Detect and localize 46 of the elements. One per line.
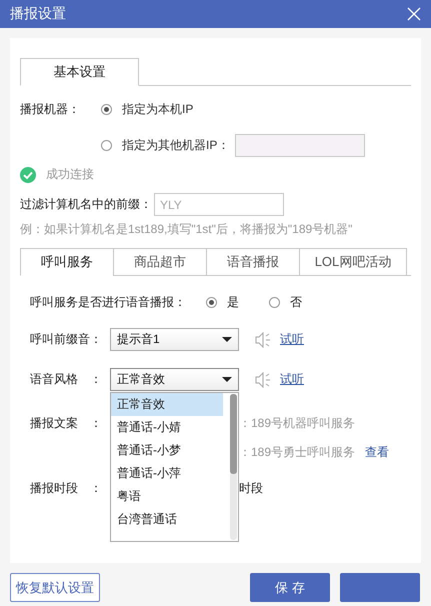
option-label: 指定为本机IP <box>122 101 194 118</box>
option-label: 指定为其他机器IP： <box>122 137 230 154</box>
option-label: 否 <box>290 294 302 311</box>
radio-button[interactable] <box>206 297 217 308</box>
dropdown-option[interactable]: 普通话-小萍 <box>111 462 223 485</box>
dropdown-select[interactable]: 正常音效 <box>110 368 239 391</box>
speaker-icon <box>255 372 271 388</box>
hint-text: 例：如果计算机名是1st189,填写"1st"后，将播报为"189号机器" <box>20 221 354 238</box>
dropdown-option[interactable]: 普通话-小梦 <box>111 439 223 462</box>
footer-button[interactable]: 保 存 <box>250 573 330 602</box>
prefix-input-field[interactable]: YLY <box>154 193 284 216</box>
field-label: 播报时段 ： <box>30 480 103 496</box>
ip-input-field[interactable] <box>235 134 366 157</box>
field-label: 播报文案 ： <box>30 414 103 432</box>
field-label: 呼叫服务是否进行语音播报： <box>30 294 186 311</box>
dropdown-option[interactable]: 普通话-小婧 <box>111 416 223 439</box>
listen-link[interactable]: 试听 <box>280 331 304 348</box>
dropdown-option[interactable]: 正常音效 <box>111 393 223 416</box>
template-text: ：189号机器呼叫服务 <box>239 414 356 432</box>
radio-button[interactable] <box>269 297 280 308</box>
scrollbar[interactable] <box>230 394 237 540</box>
dropdown-option[interactable]: 台湾普通话 <box>111 508 223 531</box>
tab[interactable]: 商品超市 <box>113 248 207 276</box>
window-title: 播报设置 <box>10 5 66 23</box>
tab[interactable]: 呼叫服务 <box>20 248 114 276</box>
footer-button[interactable]: 恢复默认设置 <box>10 573 100 602</box>
field-label: 语音风格 ： <box>30 371 103 388</box>
status-text: 成功连接 <box>46 166 94 183</box>
field-label: 呼叫前缀音： <box>30 331 103 348</box>
field-label: 播报机器： <box>20 101 81 118</box>
close-icon[interactable] <box>407 7 421 21</box>
dropdown-option[interactable]: 粤语 <box>111 485 223 508</box>
radio-button[interactable] <box>101 104 112 115</box>
view-link[interactable]: 查看 <box>365 444 390 460</box>
caret-icon <box>222 377 232 382</box>
speaker-icon <box>255 332 271 348</box>
dropdown-select[interactable]: 提示音1 <box>110 328 239 351</box>
template-text: ：189号勇士呼叫服务 <box>239 444 356 460</box>
option-label: 时段 <box>239 480 263 496</box>
tab[interactable]: 基本设置 <box>20 58 139 86</box>
option-label: 是 <box>227 294 239 311</box>
caret-icon <box>222 337 232 342</box>
radio-button[interactable] <box>101 140 112 151</box>
listen-link[interactable]: 试听 <box>280 371 304 388</box>
field-label: 过滤计算机名中的前缀： <box>20 196 152 213</box>
tab[interactable]: LOL网吧活动 <box>299 248 407 276</box>
